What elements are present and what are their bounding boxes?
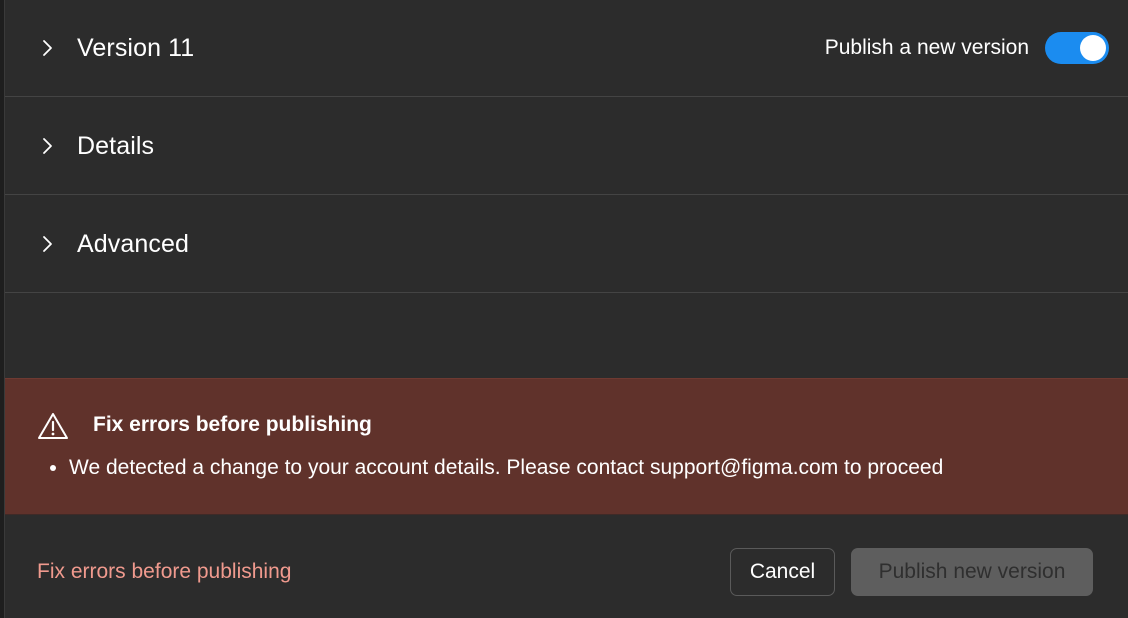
section-version[interactable]: Version 11 Publish a new version	[5, 0, 1128, 97]
section-advanced[interactable]: Advanced	[5, 196, 1128, 293]
error-title: Fix errors before publishing	[93, 413, 372, 436]
error-list: We detected a change to your account det…	[45, 455, 943, 481]
section-title-version: Version 11	[77, 33, 195, 62]
section-title-advanced: Advanced	[77, 229, 189, 258]
chevron-right-icon[interactable]	[39, 138, 55, 154]
error-panel: Fix errors before publishing We detected…	[5, 378, 1128, 515]
warning-triangle-icon	[37, 411, 69, 441]
publish-new-version-button[interactable]: Publish new version	[851, 548, 1093, 596]
error-item: We detected a change to your account det…	[69, 455, 943, 481]
section-details[interactable]: Details	[5, 98, 1128, 195]
toggle-knob	[1080, 35, 1106, 61]
chevron-right-icon[interactable]	[39, 40, 55, 56]
chevron-right-icon[interactable]	[39, 236, 55, 252]
section-title-details: Details	[77, 131, 155, 160]
footer-warning-text: Fix errors before publishing	[37, 560, 292, 583]
publish-new-version-label: Publish a new version	[824, 36, 1029, 59]
publish-dialog: Version 11 Publish a new version Details…	[4, 0, 1128, 618]
cancel-button[interactable]: Cancel	[730, 548, 835, 596]
dialog-footer: Fix errors before publishing Cancel Publ…	[5, 516, 1128, 618]
publish-new-version-toggle[interactable]	[1045, 32, 1109, 64]
